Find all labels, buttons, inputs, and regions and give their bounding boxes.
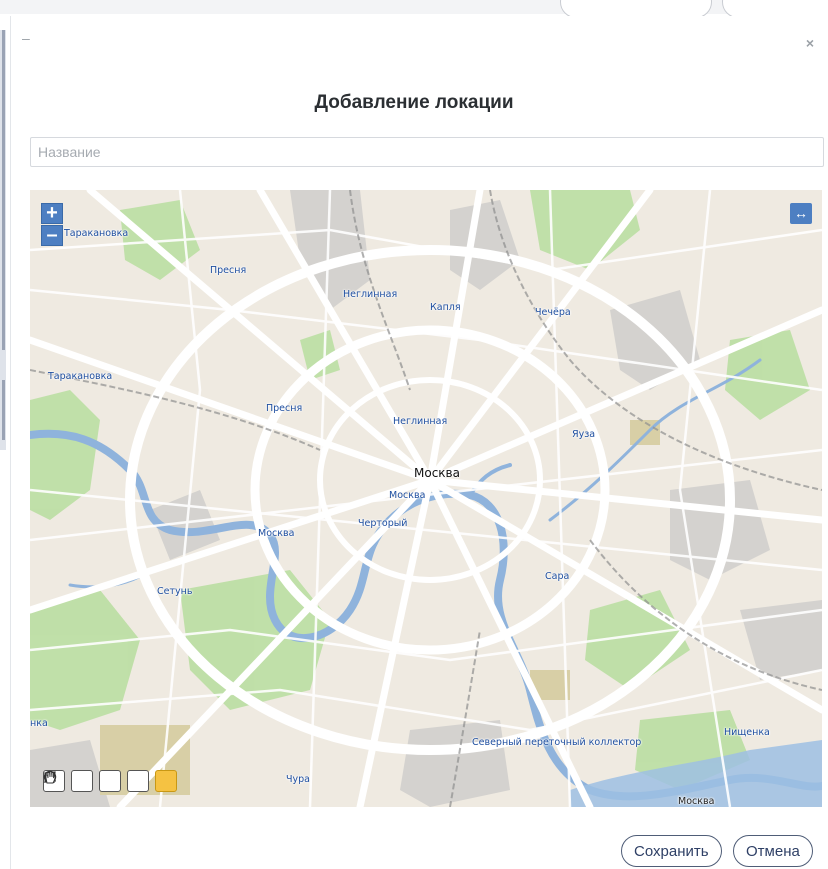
map-label-chertory: Черторый [358,518,408,529]
map-label-chura: Чура [286,774,310,785]
pan-tool-icon[interactable] [45,770,177,792]
map-label-tarakanovka: Таракановка [64,228,129,239]
expand-map-button[interactable]: ↔ [790,203,812,224]
polyline-tool-icon[interactable] [44,770,121,792]
map-label-yauza: Яуза [572,429,596,440]
map-label-moskva-river: Москва [678,796,715,807]
map-label-city-moskva: Москва [414,466,460,480]
map-label-sara: Сара [545,571,570,582]
zoom-in-button[interactable]: + [41,203,63,224]
map-label-setun: Сетунь [157,586,193,597]
zoom-out-button[interactable]: – [41,225,63,246]
map-label-presnya: Пресня [210,265,247,276]
location-name-input[interactable] [30,137,824,167]
map-label-nka: нка [30,718,48,729]
cancel-button[interactable]: Отмена [733,835,813,867]
map-label-chechera: Чечёра [535,307,571,318]
map-label-moskva-river: Москва [389,490,426,501]
map-tiles [30,190,822,807]
save-button[interactable]: Сохранить [621,835,722,867]
modal-title: Добавление локации [314,92,514,113]
map-label-tarakanovka: Таракановка [48,371,113,382]
map-label-moskva-river: Москва [258,528,295,539]
drawing-toolbar [43,770,177,792]
map-label-neglinnaya: Неглинная [343,289,398,300]
map-label-neglinnaya: Неглинная [393,416,448,427]
edit-tool-icon[interactable] [43,770,149,792]
map-label-severny-kollektor: Северный переточный коллектор [472,737,642,748]
map-label-presnya: Пресня [266,403,303,414]
minimize-button[interactable]: – [22,30,30,46]
polygon-tool-icon[interactable] [44,770,93,792]
map-label-kaplya: Капля [430,302,461,313]
map-label-nishchenka: Нищенка [724,727,770,738]
close-button[interactable]: × [806,35,814,51]
map-view[interactable]: Таракановка Пресня Неглинная Капля Чечёр… [30,190,822,807]
